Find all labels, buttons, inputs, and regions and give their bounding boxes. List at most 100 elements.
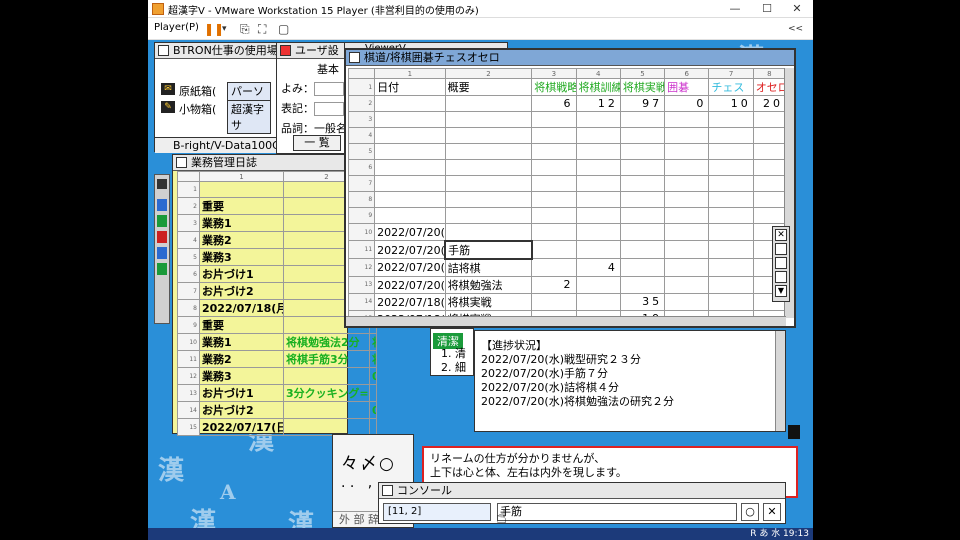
table-cell[interactable]: 6: [531, 95, 577, 112]
table-cell[interactable]: 0: [369, 401, 377, 419]
table-cell[interactable]: 97: [619, 95, 666, 112]
gear-icon[interactable]: [775, 243, 787, 255]
table-cell[interactable]: [664, 275, 710, 294]
table-cell[interactable]: [619, 143, 666, 160]
close-icon[interactable]: ✕: [775, 229, 787, 241]
table-cell[interactable]: 2: [531, 275, 577, 294]
table-cell[interactable]: [619, 175, 666, 192]
console-titlebar[interactable]: コンソール: [379, 483, 785, 499]
workspace-window-titlebar[interactable]: BTRON仕事の使用場: [155, 43, 277, 59]
table-cell[interactable]: 20: [752, 95, 784, 112]
table-cell[interactable]: [283, 418, 370, 436]
console-input[interactable]: 手筋: [497, 503, 737, 521]
row-number[interactable]: 6: [177, 265, 200, 283]
table-cell[interactable]: 2022/07/20(水): [374, 223, 446, 241]
table-cell[interactable]: [664, 159, 710, 176]
table-cell[interactable]: 将棋手筋3分: [283, 350, 370, 368]
table-cell[interactable]: [664, 191, 710, 208]
table-cell[interactable]: オセロ: [752, 78, 784, 96]
table-cell[interactable]: [575, 240, 621, 259]
chevron-down-icon[interactable]: ▼: [775, 285, 787, 297]
table-cell[interactable]: [575, 223, 621, 241]
table-cell[interactable]: [664, 223, 710, 241]
table-cell[interactable]: 将棋実戦: [619, 78, 666, 96]
row-number[interactable]: 9: [177, 316, 200, 334]
column-number[interactable]: 8: [752, 68, 784, 79]
column-number[interactable]: 5: [619, 68, 666, 79]
tool-icon[interactable]: [157, 215, 167, 227]
grid-icon[interactable]: [775, 271, 787, 283]
table-cell[interactable]: 将棋: [369, 350, 377, 368]
table-cell[interactable]: [708, 292, 754, 311]
table-cell[interactable]: [374, 127, 446, 144]
minimize-button[interactable]: —: [720, 0, 750, 18]
column-number[interactable]: 6: [664, 68, 710, 79]
table-cell[interactable]: 重要: [199, 197, 284, 215]
row-number[interactable]: 14: [177, 401, 200, 419]
row-number[interactable]: 13: [177, 384, 200, 402]
table-cell[interactable]: [708, 111, 754, 128]
table-cell[interactable]: [752, 175, 784, 192]
window-icon[interactable]: [158, 45, 169, 56]
table-cell[interactable]: 手筋: [444, 239, 533, 260]
row-number[interactable]: 11: [177, 350, 200, 368]
row-number[interactable]: 8: [177, 299, 200, 317]
table-cell[interactable]: [708, 127, 754, 144]
player-menu[interactable]: Player(P): [154, 22, 199, 33]
column-number[interactable]: 1: [374, 68, 446, 79]
table-cell[interactable]: [619, 275, 666, 294]
table-cell[interactable]: [374, 191, 446, 208]
row-number[interactable]: 12: [348, 258, 376, 277]
table-cell[interactable]: [708, 275, 754, 294]
table-cell[interactable]: 業務1: [199, 214, 284, 232]
column-number[interactable]: 3: [531, 68, 577, 79]
table-cell[interactable]: [752, 143, 784, 160]
table-cell[interactable]: [664, 111, 710, 128]
table-cell[interactable]: [619, 240, 666, 259]
table-cell[interactable]: [199, 181, 284, 198]
notation-input[interactable]: [314, 102, 344, 116]
table-cell[interactable]: 将棋勉強法2分: [283, 333, 370, 351]
table-cell[interactable]: [531, 191, 577, 208]
tasks-window-titlebar[interactable]: 業務管理日誌: [173, 155, 347, 171]
column-number[interactable]: 1: [199, 171, 284, 182]
table-cell[interactable]: [708, 175, 754, 192]
table-cell[interactable]: 2022/07/20(水): [374, 275, 446, 294]
table-cell[interactable]: [664, 127, 710, 144]
table-cell[interactable]: [575, 175, 621, 192]
close-button[interactable]: ✕: [782, 0, 812, 18]
table-cell[interactable]: 業務1: [199, 333, 284, 351]
table-cell[interactable]: 将棋勉強法: [444, 275, 533, 294]
table-cell[interactable]: お片づけ1: [199, 384, 284, 402]
table-cell[interactable]: [444, 111, 533, 128]
table-cell[interactable]: 0: [664, 95, 710, 112]
table-cell[interactable]: [619, 159, 666, 176]
row-number[interactable]: 4: [348, 127, 376, 144]
table-cell[interactable]: 囲碁: [664, 78, 710, 96]
row-number[interactable]: 5: [177, 248, 200, 266]
row-number[interactable]: 6: [348, 159, 376, 176]
table-cell[interactable]: 将棋訓練: [575, 78, 621, 96]
row-number[interactable]: 2: [348, 95, 376, 112]
table-cell[interactable]: [575, 207, 621, 224]
unity-icon[interactable]: ▢: [278, 21, 289, 37]
tool-icon[interactable]: [157, 247, 167, 259]
tool-icon[interactable]: [157, 263, 167, 275]
table-cell[interactable]: [664, 240, 710, 259]
table-cell[interactable]: [619, 258, 666, 277]
edit-icon[interactable]: [775, 257, 787, 269]
table-cell[interactable]: [374, 207, 446, 224]
row-number[interactable]: 8: [348, 191, 376, 208]
table-cell[interactable]: 2022/07/20(水): [374, 258, 446, 277]
table-cell[interactable]: [619, 191, 666, 208]
file-item[interactable]: ✉ 原紙箱( パーソナル: [161, 81, 271, 116]
table-cell[interactable]: 2022/07/18(月): [199, 299, 284, 317]
table-cell[interactable]: [619, 111, 666, 128]
row-number[interactable]: 12: [177, 367, 200, 385]
table-cell[interactable]: [444, 223, 533, 241]
row-number[interactable]: 2: [177, 197, 200, 215]
table-cell[interactable]: [369, 418, 377, 436]
maximize-button[interactable]: ☐: [752, 0, 782, 18]
table-cell[interactable]: 将棋: [369, 333, 377, 351]
table-cell[interactable]: 10: [708, 95, 754, 112]
